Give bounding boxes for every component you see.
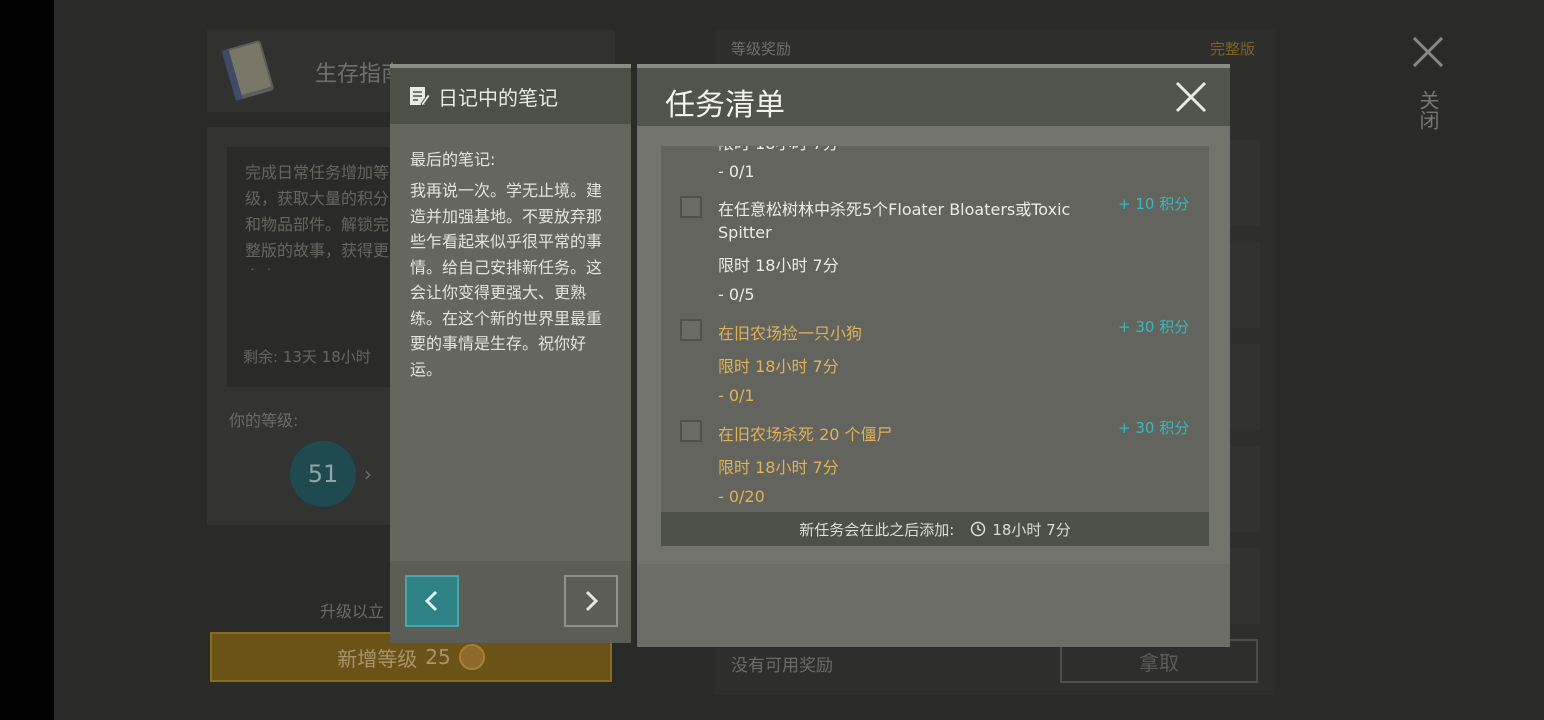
task-list[interactable]: 限时 18小时 7分 - 0/1 在任意松树林中杀死5个Floater Bloa… [661, 146, 1209, 512]
notes-title: 日记中的笔记 [438, 85, 558, 110]
task-checkbox[interactable] [680, 420, 702, 442]
no-rewards-text: 没有可用奖励 [731, 656, 833, 676]
note-text: 我再说一次。学无止境。建造并加强基地。不要放弃那些乍看起来似乎很平常的事情。给自… [410, 181, 603, 379]
close-label[interactable]: 关闭 [1414, 90, 1443, 130]
notes-header: 日记中的笔记 [390, 68, 631, 124]
task-panel-footer [637, 564, 1230, 647]
clock-icon [971, 521, 986, 537]
guide-description: 完成日常任务增加等级，获取大量的积分和物品部件。解锁完整版的故事，获得更多宝 [245, 163, 390, 270]
reward-slot [1230, 446, 1260, 532]
task-time: 限时 18小时 7分 [718, 146, 839, 154]
notes-panel: 日记中的笔记 最后的笔记: 我再说一次。学无止境。建造并加强基地。不要放弃那些乍… [390, 64, 631, 643]
reward-slot [1230, 242, 1260, 328]
previous-note-button[interactable] [405, 575, 459, 627]
chevron-right-icon [585, 590, 599, 612]
task-points: + 30 积分 [1118, 318, 1190, 336]
coin-icon [458, 644, 485, 670]
level-badge: 51 [290, 441, 356, 507]
rewards-header: 等级奖励 [731, 40, 792, 58]
level-label: 你的等级: [229, 411, 299, 430]
task-title-line: Spitter [718, 223, 772, 242]
close-icon[interactable] [1174, 80, 1208, 114]
notes-footer [390, 561, 631, 643]
task-time: 限时 18小时 7分 [718, 256, 839, 275]
task-title-line: 在任意松树林中杀死5个Floater Bloaters或Toxic [718, 200, 1071, 219]
new-task-footer: 新任务会在此之后添加: 18小时 7分 [661, 512, 1209, 546]
task-checkbox[interactable] [680, 196, 702, 218]
reward-slot [1230, 140, 1260, 226]
add-level-cost: 25 [425, 645, 451, 669]
chevron-right-icon: › [364, 462, 372, 486]
task-checkbox[interactable] [680, 319, 702, 341]
notepad-icon [410, 87, 430, 107]
task-title: 在任意松树林中杀死5个Floater Bloaters或Toxic Spitte… [718, 198, 1098, 244]
task-list-header: 任务清单 [637, 68, 1230, 126]
task-progress: - 0/5 [718, 285, 755, 304]
remaining-time: 剩余: 13天 18小时 [243, 348, 371, 366]
task-list-title: 任务清单 [665, 88, 785, 123]
task-title: 在旧农场捡一只小狗 [718, 324, 863, 343]
reward-slot [1230, 548, 1260, 624]
task-progress: - 0/1 [718, 162, 755, 181]
task-progress: - 0/1 [718, 386, 755, 405]
task-time: 限时 18小时 7分 [718, 357, 839, 376]
task-points: + 10 积分 [1118, 195, 1190, 213]
chevron-left-icon [424, 590, 438, 612]
task-time: 限时 18小时 7分 [718, 458, 839, 477]
survival-guide-book-icon [221, 40, 274, 101]
close-icon[interactable] [1408, 32, 1448, 72]
task-title: 在旧农场杀死 20 个僵尸 [718, 425, 893, 444]
new-task-label: 新任务会在此之后添加: [799, 520, 955, 539]
next-note-button[interactable] [564, 575, 618, 627]
new-task-time: 18小时 7分 [992, 520, 1071, 539]
task-progress: - 0/20 [718, 487, 765, 506]
upgrade-text: 升级以立 [320, 602, 385, 621]
reward-slot [1230, 344, 1260, 430]
task-list-panel: 任务清单 限时 18小时 7分 - 0/1 在任意松树林中杀死5个Floater… [637, 64, 1230, 647]
add-level-label: 新增等级 [337, 646, 418, 671]
last-note-label: 最后的笔记: [410, 150, 496, 169]
task-points: + 30 积分 [1118, 419, 1190, 437]
full-version-label: 完整版 [1210, 40, 1256, 58]
